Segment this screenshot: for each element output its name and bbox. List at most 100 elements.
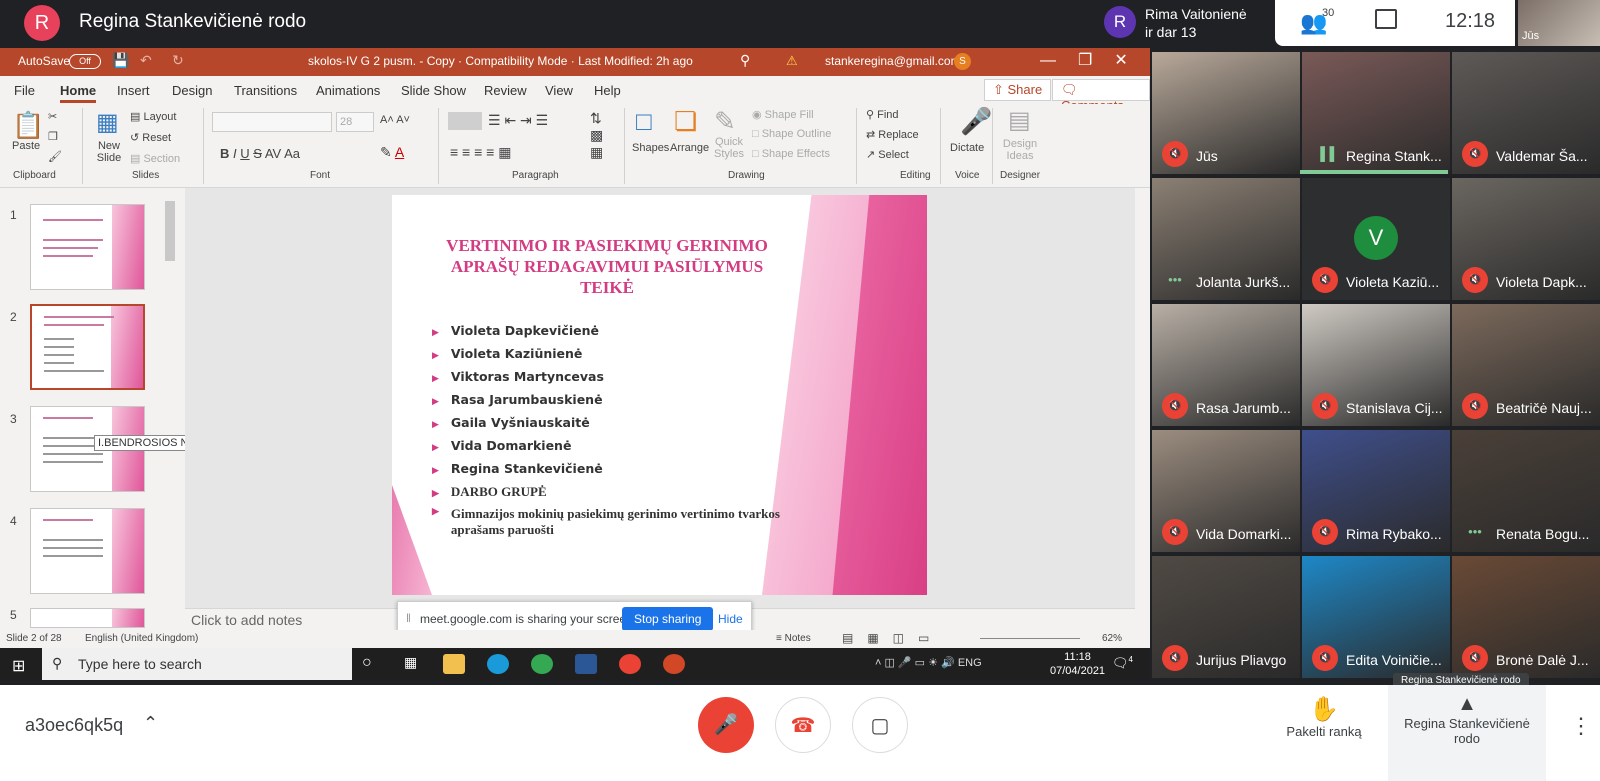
tab-design[interactable]: Design	[172, 83, 212, 98]
participant-tile[interactable]: ▐▐ Regina Stank...	[1302, 52, 1450, 174]
reset-button[interactable]: ↺ Reset	[130, 131, 171, 144]
chat-icon[interactable]	[1375, 9, 1397, 29]
system-clock[interactable]: 11:18 07/04/2021	[1050, 650, 1105, 678]
section-button[interactable]: ▤ Section	[130, 152, 180, 165]
participant-tile[interactable]: 🔇 Vida Domarki...	[1152, 430, 1300, 552]
participant-tile[interactable]: 🔇 Beatričė Nauj...	[1452, 304, 1600, 426]
thumbnails-scrollbar[interactable]	[163, 191, 177, 627]
comments-button[interactable]: 🗨 Comments	[1052, 79, 1150, 113]
list-indent-icons[interactable]: ☰ ⇤ ⇥ ☰	[488, 112, 548, 129]
more-options-icon[interactable]: ⋮	[1570, 713, 1592, 739]
input-language[interactable]: ENG	[958, 657, 982, 669]
meeting-code[interactable]: a3oec6qk5q	[25, 715, 123, 736]
shapes-button[interactable]: Shapes	[632, 142, 669, 154]
slide-thumbnail-4[interactable]	[30, 508, 145, 594]
tab-transitions[interactable]: Transitions	[234, 83, 297, 98]
language-indicator[interactable]: English (United Kingdom)	[85, 633, 198, 644]
paste-icon[interactable]: 📋	[12, 110, 44, 141]
word-icon[interactable]	[575, 654, 597, 674]
raise-hand-button[interactable]: ✋ Pakelti ranką	[1264, 695, 1384, 739]
new-slide-icon[interactable]: ▦	[96, 108, 119, 137]
presenting-button[interactable]: ▲ Regina Stankevičienė rodo	[1388, 685, 1546, 781]
replace-button[interactable]: ⇄ Replace	[866, 128, 919, 141]
share-button[interactable]: ⇧ Share	[984, 79, 1052, 101]
task-view-icon[interactable]: ▦	[404, 654, 426, 674]
format-painter-icon[interactable]: 🖌	[48, 150, 62, 163]
view-buttons[interactable]: ▤▦◫▭	[842, 631, 943, 645]
canvas-scrollbar[interactable]	[1136, 191, 1148, 611]
copy-icon[interactable]: ❐	[48, 130, 58, 143]
dictate-button[interactable]: Dictate	[950, 142, 984, 154]
account-email[interactable]: stankeregina@gmail.com	[825, 54, 961, 68]
tab-home[interactable]: Home	[60, 83, 97, 103]
participant-tile[interactable]: 🔇 Stanislava Cij...	[1302, 304, 1450, 426]
undo-icon[interactable]: ↶	[140, 52, 152, 69]
current-slide[interactable]: VERTINIMO IR PASIEKIMŲ GERINIMO APRAŠŲ R…	[392, 195, 927, 595]
zoom-slider[interactable]	[980, 638, 1080, 639]
slide-thumbnail-2[interactable]	[30, 304, 145, 390]
shape-fill-button[interactable]: ◉ Shape Fill	[752, 108, 814, 121]
drag-handle-icon[interactable]: ‖	[406, 611, 411, 625]
slide-title[interactable]: VERTINIMO IR PASIEKIMŲ GERINIMO APRAŠŲ R…	[432, 235, 782, 298]
quick-styles-button[interactable]: Quick Styles	[712, 136, 746, 160]
stop-sharing-button[interactable]: Stop sharing	[622, 607, 714, 631]
system-tray[interactable]: ˄ ◫ 🎤 ▭ ☀ 🔊 ENG	[875, 656, 982, 669]
account-avatar[interactable]: S	[954, 53, 971, 70]
tab-insert[interactable]: Insert	[117, 83, 150, 98]
arrange-button[interactable]: Arrange	[670, 142, 709, 154]
font-name-dropdown[interactable]	[212, 112, 332, 132]
chevron-up-icon[interactable]: ⌃	[143, 713, 158, 734]
highlight-icon[interactable]: ✎ A	[380, 144, 404, 161]
hide-banner-button[interactable]: Hide	[718, 612, 743, 626]
participant-tile[interactable]: 🔇 Jūs	[1152, 52, 1300, 174]
zoom-level[interactable]: 62%	[1102, 633, 1122, 644]
edge-icon[interactable]	[487, 654, 509, 674]
participant-tile[interactable]: 🔇 Violeta Dapk...	[1452, 178, 1600, 300]
participant-tile[interactable]: 🔇 Bronė Dalė J...	[1452, 556, 1600, 678]
slide-thumbnail-5[interactable]	[30, 608, 145, 628]
grow-font-icon[interactable]: A˄ A˅	[380, 114, 410, 126]
participant-tile[interactable]: 🔇 Valdemar Ša...	[1452, 52, 1600, 174]
slide-thumbnail-1[interactable]	[30, 204, 145, 290]
font-size-dropdown[interactable]: 28	[336, 112, 374, 132]
taskbar-search[interactable]: ⚲ Type here to search	[42, 648, 352, 680]
tab-animations[interactable]: Animations	[316, 83, 380, 98]
participant-tile[interactable]: V 🔇 Violeta Kaziū...	[1302, 178, 1450, 300]
quick-styles-icon[interactable]: ✎	[714, 106, 736, 137]
camera-button[interactable]: ▢	[852, 697, 908, 753]
paste-button[interactable]: Paste	[12, 140, 40, 152]
arrange-icon[interactable]: ❏	[674, 106, 697, 137]
shape-outline-button[interactable]: □ Shape Outline	[752, 128, 831, 140]
participant-tile[interactable]: 🔇 Edita Voiničie...	[1302, 556, 1450, 678]
microphone-icon[interactable]: 🎤	[960, 106, 992, 137]
find-button[interactable]: ⚲ Find	[866, 108, 899, 121]
tab-review[interactable]: Review	[484, 83, 527, 98]
layout-button[interactable]: ▤ Layout	[130, 110, 176, 123]
tab-help[interactable]: Help	[594, 83, 621, 98]
new-slide-button[interactable]: New Slide	[94, 140, 124, 164]
cut-icon[interactable]: ✂	[48, 110, 57, 123]
participant-tile[interactable]: 🔇 Rasa Jarumb...	[1152, 304, 1300, 426]
shapes-icon[interactable]: □	[636, 106, 652, 137]
autosave-toggle[interactable]: Off	[69, 54, 101, 69]
chrome-icon[interactable]	[531, 654, 553, 674]
participant-tile[interactable]: ••• Renata Bogu...	[1452, 430, 1600, 552]
chrome-profile-icon[interactable]	[619, 654, 641, 674]
notes-toggle[interactable]: ≡ Notes	[776, 633, 811, 644]
save-icon[interactable]: 💾	[112, 52, 129, 69]
redo-icon[interactable]: ↻	[172, 52, 184, 69]
participant-tile[interactable]: ••• Jolanta Jurkš...	[1152, 178, 1300, 300]
font-format-icons[interactable]: B I U S AV Aa	[220, 146, 300, 161]
document-title[interactable]: skolos-IV G 2 pusm. - Copy · Compatibili…	[308, 54, 693, 68]
search-icon[interactable]: ⚲	[740, 52, 750, 69]
cortana-icon[interactable]: ○	[362, 654, 384, 674]
design-ideas-icon[interactable]: ▤	[1008, 106, 1031, 135]
notification-icon[interactable]: 🗨4	[1112, 655, 1133, 671]
select-button[interactable]: ↗ Select	[866, 148, 909, 161]
bullets-dropdown[interactable]	[448, 112, 482, 130]
hang-up-button[interactable]: ☎	[775, 697, 831, 753]
tab-view[interactable]: View	[545, 83, 573, 98]
file-explorer-icon[interactable]	[443, 654, 465, 674]
microphone-off-button[interactable]: 🎤	[698, 697, 754, 753]
tab-slide-show[interactable]: Slide Show	[401, 83, 466, 98]
